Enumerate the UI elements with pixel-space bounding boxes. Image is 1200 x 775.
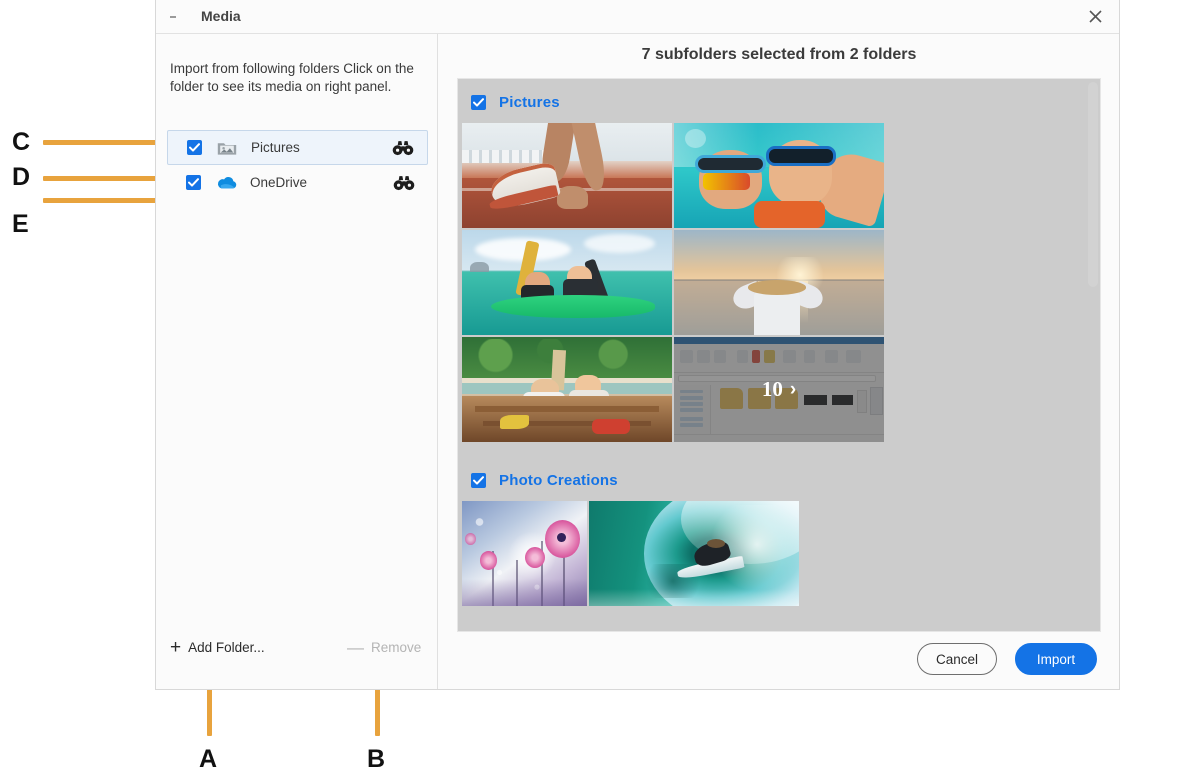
sunset-woman-hat-image (674, 230, 884, 335)
dialog-footer-actions: Cancel Import (439, 632, 1119, 689)
dialog-title: Media (201, 8, 241, 24)
close-icon[interactable] (1072, 0, 1119, 32)
cloud-icon (215, 174, 237, 192)
remove-button[interactable]: — Remove (347, 638, 422, 657)
group-header-elements[interactable]: Elements (458, 608, 1086, 631)
runner-shoe-track-image (462, 123, 672, 228)
window-menu-icon (170, 16, 176, 18)
thumbnail-grid-photo-creations (458, 501, 1086, 608)
thumbnail-grid-pictures: 10 › (458, 123, 1086, 444)
group-pictures-checkbox[interactable] (471, 95, 486, 110)
pictures-preview-icon[interactable] (392, 140, 414, 156)
cancel-button[interactable]: Cancel (917, 643, 997, 675)
pictures-folder-row[interactable]: Pictures (167, 130, 428, 165)
folder-source-panel: Import from following folders Click on t… (156, 34, 438, 689)
group-header-pictures[interactable]: Pictures (458, 79, 1086, 123)
chevron-right-icon: › (789, 378, 797, 400)
callout-c-leader (43, 140, 165, 145)
add-folder-label: Add Folder... (188, 640, 265, 655)
pink-flowers-sunlight-image (462, 501, 587, 606)
kayak-couple-image (462, 230, 672, 335)
onedrive-checkbox[interactable] (186, 175, 201, 190)
plus-icon: + (170, 637, 182, 658)
remove-label: Remove (371, 640, 422, 655)
callout-b-letter: B (367, 745, 386, 773)
thumbnail-pink-flowers-sunlight[interactable] (462, 501, 587, 606)
thumbnail-runner-shoe-track[interactable] (462, 123, 672, 228)
thumbnail-surfer-wave-barrel[interactable] (589, 501, 799, 606)
import-hint-text: Import from following folders Click on t… (170, 61, 414, 94)
import-button[interactable]: Import (1015, 643, 1097, 675)
thumbnail-snorkeling-selfie[interactable] (674, 123, 884, 228)
subfolder-summary: 7 subfolders selected from 2 folders (641, 46, 917, 63)
dialog-titlebar: Media (156, 0, 1119, 34)
thumbnail-sunset-woman-hat[interactable] (674, 230, 884, 335)
callout-e-letter: E (12, 210, 29, 238)
thumbnail-longtail-boat-couple[interactable] (462, 337, 672, 442)
group-photo-creations-checkbox[interactable] (471, 473, 486, 488)
group-header-photo-creations[interactable]: Photo Creations (458, 444, 1086, 501)
media-preview-panel: 7 subfolders selected from 2 folders Pic… (439, 34, 1119, 689)
onedrive-preview-icon[interactable] (393, 175, 415, 191)
folder-actions: + Add Folder... — Remove (156, 626, 438, 689)
thumbnail-file-explorer-screenshot[interactable]: 10 › (674, 337, 884, 442)
surfer-wave-barrel-image (589, 501, 799, 606)
more-items-overlay[interactable]: 10 › (674, 337, 884, 442)
folder-list: Pictures OneDrive (167, 130, 428, 200)
onedrive-folder-label: OneDrive (250, 175, 308, 190)
callout-a-letter: A (199, 745, 218, 773)
minus-icon: — (347, 638, 364, 657)
dialog-body: Import from following folders Click on t… (156, 34, 1119, 689)
pictures-folder-label: Pictures (251, 140, 300, 155)
longtail-boat-couple-image (462, 337, 672, 442)
more-items-count: 10 (761, 377, 783, 401)
onedrive-folder-row[interactable]: OneDrive (167, 165, 428, 200)
vertical-scrollbar[interactable] (1088, 82, 1098, 628)
media-import-dialog: Media Import from following folders Clic… (155, 0, 1120, 690)
snorkeling-selfie-image (674, 123, 884, 228)
thumbnail-scroll-area[interactable]: Pictures 10 › Photo Creations (457, 78, 1101, 632)
callout-c-letter: C (12, 128, 31, 156)
add-folder-button[interactable]: + Add Folder... (170, 637, 265, 658)
callout-d-letter: D (12, 163, 31, 191)
pictures-checkbox[interactable] (187, 140, 202, 155)
group-photo-creations-label: Photo Creations (499, 472, 618, 489)
thumbnail-kayak-couple[interactable] (462, 230, 672, 335)
group-pictures-label: Pictures (499, 94, 560, 111)
vertical-scrollbar-thumb[interactable] (1088, 82, 1098, 287)
picture-folder-icon (216, 139, 238, 157)
thumbnail-scroll-content: Pictures 10 › Photo Creations (458, 79, 1086, 631)
